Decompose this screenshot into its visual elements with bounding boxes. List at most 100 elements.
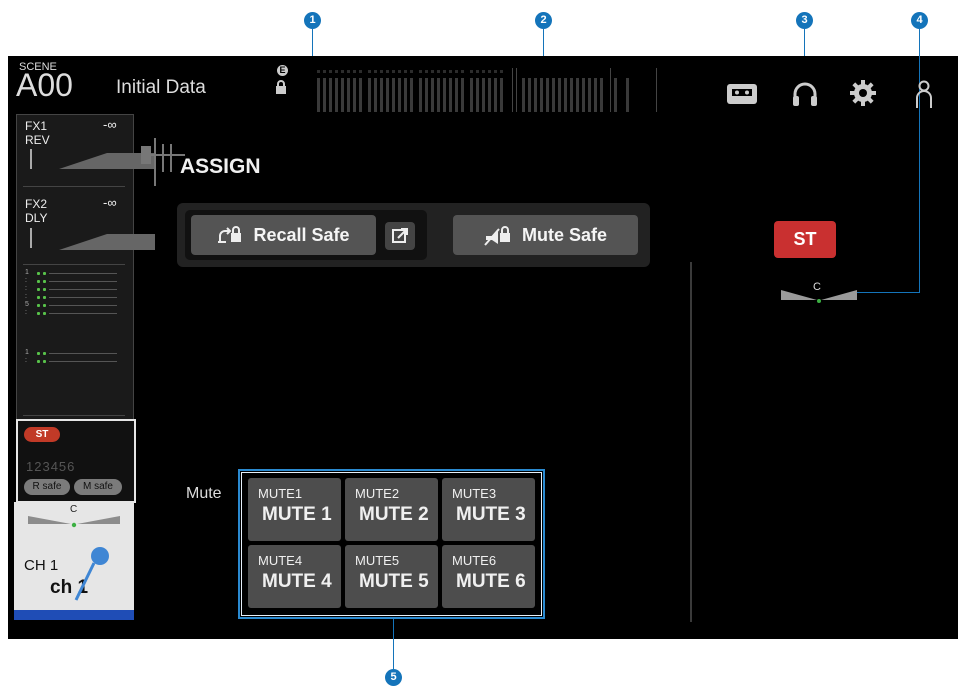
meter-peak [404, 70, 407, 73]
meter-peak [392, 70, 395, 73]
meter-level-dot [43, 312, 46, 315]
divider [23, 186, 125, 187]
meter-label: : [25, 357, 27, 364]
mute-group-name: MUTE 4 [262, 571, 332, 592]
meter-label: : [25, 293, 27, 300]
recorder-icon[interactable] [727, 84, 757, 109]
meter-divider [516, 68, 517, 112]
meter-bar [482, 78, 485, 112]
meter-level-dot [43, 288, 46, 291]
meter-bar [323, 78, 326, 112]
meter-peak [500, 70, 503, 73]
pan-label: C [70, 504, 78, 515]
meter-peak [380, 70, 383, 73]
meter-bar [461, 78, 464, 112]
mute-group-button-2[interactable]: MUTE2 MUTE 2 [345, 478, 438, 541]
meter-track [49, 361, 117, 362]
meter-bar [534, 78, 537, 112]
mute-group-id: MUTE5 [355, 553, 400, 568]
meter-peak [353, 70, 356, 73]
channel-box[interactable]: C CH 1 ch 1 [14, 502, 134, 610]
scene-number[interactable]: A00 [16, 67, 73, 104]
meter-peak [323, 70, 326, 73]
meter-peak [488, 70, 491, 73]
st-assign-button[interactable]: ST [774, 221, 836, 258]
mute-group-button-5[interactable]: MUTE5 MUTE 5 [345, 545, 438, 608]
callout-5-leader [393, 619, 394, 669]
recall-safe-popup-button[interactable] [385, 222, 415, 250]
meter-label: 5 [25, 301, 29, 308]
meter-peak [443, 70, 446, 73]
fx2-type: DLY [25, 211, 48, 225]
meter-peak [461, 70, 464, 73]
meter-bar [476, 78, 479, 112]
meter-bar [564, 78, 567, 112]
mute-group-button-1[interactable]: MUTE1 MUTE 1 [248, 478, 341, 541]
meter-peak [410, 70, 413, 73]
mute-group-name: MUTE 2 [359, 504, 429, 525]
meter-level-dot [37, 296, 40, 299]
meter-label: : [25, 309, 27, 316]
meter-label: : [25, 285, 27, 292]
st-pan-knob[interactable] [781, 290, 857, 306]
recall-safe-button[interactable]: Recall Safe [191, 215, 376, 255]
meter-level-dot [37, 304, 40, 307]
fx2-fader[interactable] [30, 228, 32, 248]
meter-peak [335, 70, 338, 73]
mute-group-button-6[interactable]: MUTE6 MUTE 6 [442, 545, 535, 608]
fx1-name: FX1 [25, 119, 48, 133]
mute-safe-button[interactable]: Mute Safe [453, 215, 638, 255]
fx1-fader[interactable] [30, 149, 32, 169]
fx2-level: -∞ [103, 195, 117, 210]
divider [23, 415, 125, 416]
callout-4-leader-h [856, 292, 920, 293]
meter-peak [341, 70, 344, 73]
lock-icon[interactable] [275, 80, 287, 99]
assign-icon [141, 138, 185, 186]
meter-peak [317, 70, 320, 73]
meter-bar [540, 78, 543, 112]
st-button-label: ST [793, 229, 817, 249]
mute-group-id: MUTE6 [452, 553, 497, 568]
meter-track [49, 305, 117, 306]
meter-bar [494, 78, 497, 112]
mute-group-button-3[interactable]: MUTE3 MUTE 3 [442, 478, 535, 541]
meter-bar [329, 78, 332, 112]
meter-bar [576, 78, 579, 112]
meter-divider [656, 68, 657, 112]
gear-icon[interactable] [850, 80, 876, 111]
mute-group-button-4[interactable]: MUTE4 MUTE 4 [248, 545, 341, 608]
mute-group-name: MUTE 3 [456, 504, 526, 525]
mute-group-id: MUTE4 [258, 553, 303, 568]
meter-bar [425, 78, 428, 112]
callout-3: 3 [796, 12, 813, 29]
meter-peak [329, 70, 332, 73]
meter-track [49, 273, 117, 274]
meter-level-dot [43, 272, 46, 275]
meter-level-dot [43, 360, 46, 363]
scene-name[interactable]: Initial Data [116, 77, 206, 99]
meter-bar [386, 78, 389, 112]
callout-4: 4 [911, 12, 928, 29]
assign-summary[interactable]: ST 123456 R safe M safe [16, 419, 136, 503]
headphones-icon[interactable] [792, 81, 818, 112]
meter-label: 1 [25, 349, 29, 356]
meter-bar [419, 78, 422, 112]
user-icon[interactable] [914, 80, 934, 113]
fx1-level: -∞ [103, 117, 117, 132]
meter-bar [335, 78, 338, 112]
meter-track [49, 281, 117, 282]
meter-peak [449, 70, 452, 73]
meter-bar [582, 78, 585, 112]
meter-bar [500, 78, 503, 112]
meter-bar [392, 78, 395, 112]
meter-bar [449, 78, 452, 112]
meter-peak [419, 70, 422, 73]
e-badge-icon: E [277, 65, 288, 76]
recall-safe-icon [218, 226, 242, 243]
meter-bar [353, 78, 356, 112]
meter-bar [410, 78, 413, 112]
meter-level-dot [43, 280, 46, 283]
mute-group-name: MUTE 5 [359, 571, 429, 592]
recall-safe-label: Recall Safe [253, 224, 350, 245]
